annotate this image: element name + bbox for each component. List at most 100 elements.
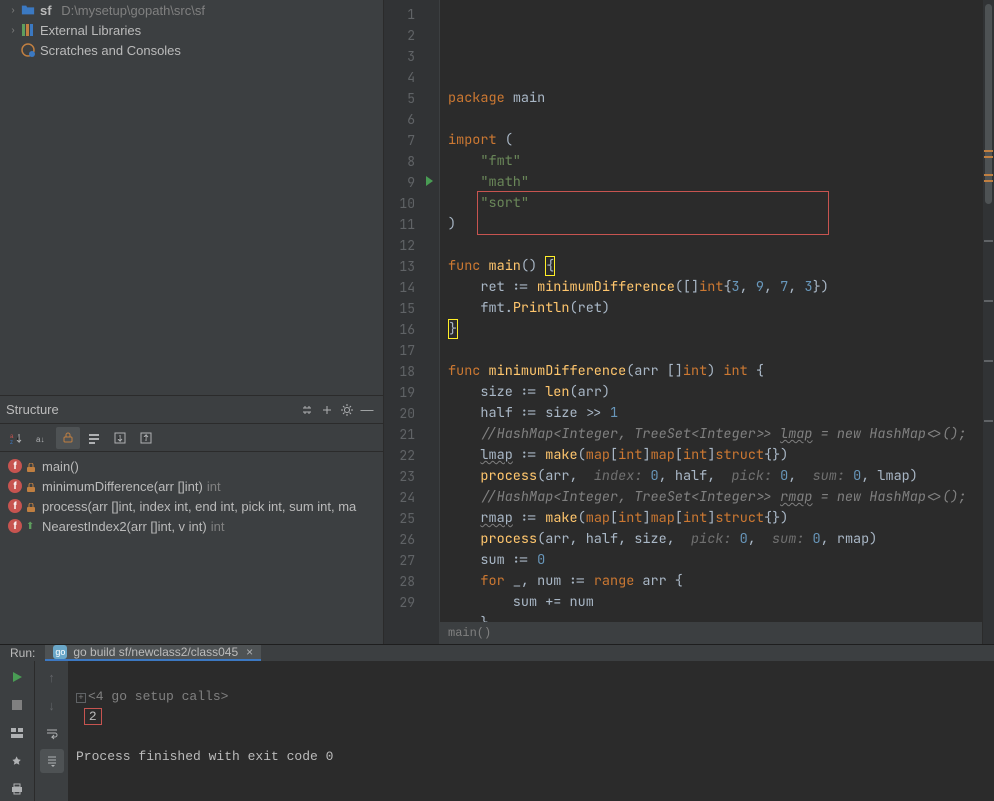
console-output[interactable]: +<4 go setup calls> 2 Process finished w…	[68, 661, 994, 801]
structure-list[interactable]: fmain()fminimumDifference(arr []int) int…	[0, 452, 383, 644]
gutter-line-number[interactable]: 17	[384, 340, 439, 361]
show-fields-icon[interactable]	[56, 427, 80, 449]
gutter-line-number[interactable]: 13	[384, 256, 439, 277]
gutter-line-number[interactable]: 14	[384, 277, 439, 298]
print-button[interactable]	[5, 777, 29, 801]
gutter-line-number[interactable]: 6	[384, 109, 439, 130]
rerun-button[interactable]	[5, 665, 29, 689]
run-gutter-icon[interactable]	[426, 176, 433, 186]
code-line[interactable]	[440, 235, 982, 256]
stop-button[interactable]	[5, 693, 29, 717]
code-line[interactable]: func minimumDifference(arr []int) int {	[440, 361, 982, 382]
gutter-line-number[interactable]: 18	[384, 361, 439, 382]
gutter-line-number[interactable]: 29	[384, 592, 439, 613]
gutter-line-number[interactable]: 5	[384, 88, 439, 109]
code-line[interactable]: size := len(arr)	[440, 382, 982, 403]
collapse-icon[interactable]	[297, 400, 317, 420]
expand-icon[interactable]: +	[76, 693, 86, 703]
sort-alpha-icon[interactable]: az	[4, 427, 28, 449]
gutter-line-number[interactable]: 26	[384, 529, 439, 550]
editor-code[interactable]: package main import ( "fmt" "math" "sort"…	[440, 0, 982, 644]
code-line[interactable]: process(arr, half, size, pick: 0, sum: 0…	[440, 529, 982, 550]
close-icon[interactable]: ×	[246, 645, 253, 659]
gutter-line-number[interactable]: 3	[384, 46, 439, 67]
code-line[interactable]: //HashMap<Integer, TreeSet<Integer>> lma…	[440, 424, 982, 445]
code-line[interactable]: rmap := make(map[int]map[int]struct{})	[440, 508, 982, 529]
code-line[interactable]: for _, num := range arr {	[440, 571, 982, 592]
gutter-line-number[interactable]: 28	[384, 571, 439, 592]
code-line[interactable]: "fmt"	[440, 151, 982, 172]
lock-icon	[26, 501, 36, 511]
gutter-line-number[interactable]: 24	[384, 487, 439, 508]
breadcrumb-item[interactable]: main()	[448, 623, 491, 644]
chevron-right-icon[interactable]: ›	[6, 5, 20, 16]
editor[interactable]: 1234567891011121314151617181920212223242…	[384, 0, 994, 644]
structure-item[interactable]: fprocess(arr []int, index int, end int, …	[0, 496, 383, 516]
minimize-icon[interactable]: —	[357, 400, 377, 420]
gutter-line-number[interactable]: 19	[384, 382, 439, 403]
code-line[interactable]	[440, 340, 982, 361]
gutter-line-number[interactable]: 22	[384, 445, 439, 466]
expand-icon[interactable]	[317, 400, 337, 420]
gutter-line-number[interactable]: 11	[384, 214, 439, 235]
gutter-line-number[interactable]: 9	[384, 172, 439, 193]
code-line[interactable]: "sort"	[440, 193, 982, 214]
gutter-line-number[interactable]: 8	[384, 151, 439, 172]
gutter-line-number[interactable]: 4	[384, 67, 439, 88]
code-line[interactable]: sum := 0	[440, 550, 982, 571]
autoscroll-from-source-icon[interactable]	[134, 427, 158, 449]
gutter-line-number[interactable]: 15	[384, 298, 439, 319]
layout-button[interactable]	[5, 721, 29, 745]
code-line[interactable]: "math"	[440, 172, 982, 193]
gutter-line-number[interactable]: 27	[384, 550, 439, 571]
gutter-line-number[interactable]: 20	[384, 403, 439, 424]
structure-item[interactable]: fminimumDifference(arr []int) int	[0, 476, 383, 496]
gutter-line-number[interactable]: 21	[384, 424, 439, 445]
gutter-line-number[interactable]: 2	[384, 25, 439, 46]
vertical-scrollbar[interactable]	[982, 0, 994, 644]
structure-item[interactable]: fmain()	[0, 456, 383, 476]
gutter-line-number[interactable]: 25	[384, 508, 439, 529]
gutter-line-number[interactable]: 12	[384, 235, 439, 256]
sort-visibility-icon[interactable]: a↓	[30, 427, 54, 449]
gutter-line-number[interactable]: 16	[384, 319, 439, 340]
pin-button[interactable]	[5, 749, 29, 773]
receiver-icon: ⬆	[26, 521, 36, 531]
gutter-line-number[interactable]: 23	[384, 466, 439, 487]
structure-item[interactable]: f⬆NearestIndex2(arr []int, v int) int	[0, 516, 383, 536]
code-line[interactable]: func main() {	[440, 256, 982, 277]
code-line[interactable]: package main	[440, 88, 982, 109]
code-line[interactable]: sum += num	[440, 592, 982, 613]
up-stack-button[interactable]: ↑	[40, 665, 64, 689]
autoscroll-source-icon[interactable]	[108, 427, 132, 449]
code-line[interactable]: )	[440, 214, 982, 235]
gutter-line-number[interactable]: 7	[384, 130, 439, 151]
code-line[interactable]: process(arr, index: 0, half, pick: 0, su…	[440, 466, 982, 487]
function-badge-icon: f	[8, 459, 22, 473]
editor-breadcrumb[interactable]: main()	[440, 622, 982, 644]
external-libraries-node[interactable]: › External Libraries	[0, 20, 383, 40]
code-line[interactable]: }	[440, 319, 982, 340]
gear-icon[interactable]	[337, 400, 357, 420]
run-tab[interactable]: go go build sf/newclass2/class045 ×	[45, 645, 261, 661]
code-line[interactable]	[440, 109, 982, 130]
code-line[interactable]: fmt.Println(ret)	[440, 298, 982, 319]
code-line[interactable]: half := size >> 1	[440, 403, 982, 424]
code-line[interactable]: //HashMap<Integer, TreeSet<Integer>> rma…	[440, 487, 982, 508]
code-line[interactable]: ret := minimumDifference([]int{3, 9, 7, …	[440, 277, 982, 298]
console-exit-line: Process finished with exit code 0	[76, 749, 333, 764]
soft-wrap-button[interactable]	[40, 721, 64, 745]
console-output-value: 2	[84, 708, 102, 725]
down-stack-button[interactable]: ↓	[40, 693, 64, 717]
chevron-right-icon[interactable]: ›	[6, 25, 20, 36]
gutter-line-number[interactable]: 1	[384, 4, 439, 25]
show-non-exported-icon[interactable]	[82, 427, 106, 449]
project-root-node[interactable]: › sf D:\mysetup\gopath\src\sf	[0, 0, 383, 20]
scroll-to-end-button[interactable]	[40, 749, 64, 773]
gutter-line-number[interactable]: 10	[384, 193, 439, 214]
code-line[interactable]: import (	[440, 130, 982, 151]
editor-gutter[interactable]: 1234567891011121314151617181920212223242…	[384, 0, 440, 644]
scratches-node[interactable]: Scratches and Consoles	[0, 40, 383, 60]
project-tree[interactable]: › sf D:\mysetup\gopath\src\sf › External…	[0, 0, 383, 395]
code-line[interactable]: lmap := make(map[int]map[int]struct{})	[440, 445, 982, 466]
